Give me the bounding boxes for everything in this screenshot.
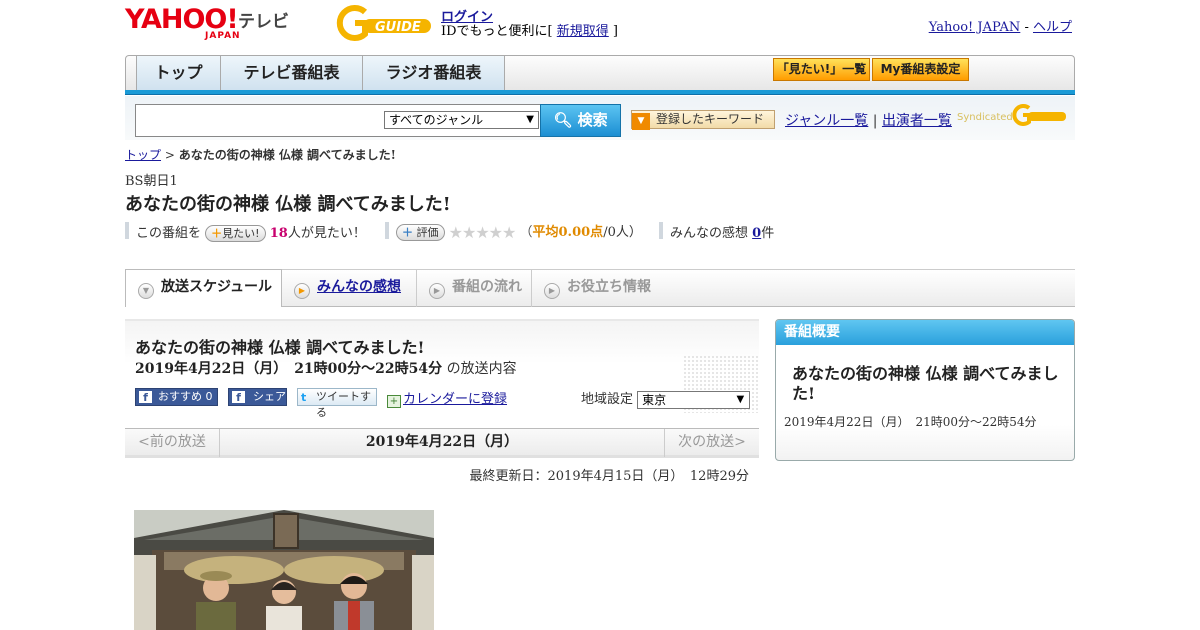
nav-tab-radio-schedule[interactable]: ラジオ番組表 — [362, 56, 505, 91]
program-photo — [134, 510, 434, 630]
nav-underline — [125, 90, 1075, 95]
dropdown-arrow-icon: ▼ — [526, 114, 534, 125]
plus-icon: ＋ — [402, 226, 413, 239]
performer-list-link[interactable]: 出演者一覧 — [882, 113, 952, 129]
facebook-recommend-button[interactable]: f おすすめ 0 — [135, 388, 218, 406]
nav-tab-top[interactable]: トップ — [136, 56, 221, 91]
mitai-section: この番組を ＋見たい! 18人が見たい！ — [136, 225, 366, 242]
breadcrumb-current: あなたの街の神様 仏様 調べてみました! — [178, 148, 396, 162]
chevron-down-icon: ▼ — [138, 283, 154, 299]
next-broadcast-button[interactable]: 次の放送> — [664, 429, 759, 457]
broadcast-title: あなたの街の神様 仏様 調べてみました! — [135, 338, 425, 357]
svg-text:GUIDE: GUIDE — [375, 20, 421, 35]
broadcast-date-nav: <前の放送 2019年4月22日（月） 次の放送> — [125, 428, 759, 458]
play-icon: ▶ — [544, 283, 560, 299]
genre-list-link[interactable]: ジャンル一覧 — [785, 113, 868, 129]
caret-down-icon: ▼ — [632, 113, 650, 130]
program-summary-box: 番組概要 あなたの街の神様 仏様 調べてみました! 2019年4月22日（月） … — [775, 319, 1075, 461]
page-title: あなたの街の神様 仏様 調べてみました! — [125, 194, 451, 215]
play-icon: ▶ — [294, 283, 310, 299]
summary-heading: 番組概要 — [776, 320, 1074, 345]
last-updated: 最終更新日：2019年4月15日（月） 12時29分 — [469, 469, 749, 484]
calendar-register[interactable]: + カレンダーに登録 — [387, 388, 507, 408]
play-icon: ▶ — [429, 283, 445, 299]
calendar-link[interactable]: カレンダーに登録 — [403, 392, 507, 407]
plus-icon: ＋ — [211, 227, 223, 240]
tab-comments[interactable]: ▶ みんなの感想 — [282, 270, 417, 307]
nav-tab-tv-schedule[interactable]: テレビ番組表 — [220, 56, 363, 91]
summary-title: あなたの街の神様 仏様 調べてみました! — [792, 364, 1059, 403]
broadcast-datetime: 2019年4月22日（月） 21時00分～22時54分 の放送内容 — [135, 361, 517, 377]
tab-useful-info[interactable]: ▶ お役立ち情報 — [532, 270, 662, 307]
calendar-add-icon: + — [387, 395, 401, 408]
facebook-share-button[interactable]: f シェア — [228, 388, 287, 406]
help-link[interactable]: ヘルプ — [1033, 20, 1072, 35]
main-nav: トップ テレビ番組表 ラジオ番組表 「見たい!」一覧 My番組表設定 — [125, 55, 1075, 91]
prev-broadcast-button[interactable]: <前の放送 — [125, 429, 220, 457]
dropdown-arrow-icon: ▼ — [736, 393, 745, 405]
twitter-icon: t — [301, 391, 307, 404]
tv-label: テレビ — [238, 12, 289, 32]
top-links: Yahoo! JAPAN - ヘルプ — [928, 20, 1072, 35]
divider-bar — [385, 222, 389, 239]
search-links: ジャンル一覧 | 出演者一覧 — [785, 113, 952, 129]
rate-button[interactable]: ＋ 評価 — [396, 224, 445, 241]
rating-section: ＋ 評価 ★★★★★ （平均0.00点/0人） — [396, 221, 642, 242]
rating-average: 平均0.00点 — [532, 225, 604, 240]
syndicated-gguide-logo: Syndicated — [957, 104, 1067, 128]
mitai-count: 18 — [269, 226, 288, 241]
my-schedule-button[interactable]: My番組表設定 — [872, 58, 969, 81]
divider-bar — [125, 222, 129, 239]
gguide-logo[interactable]: GUIDE — [333, 4, 433, 42]
search-button[interactable]: 🔍︎ 検索 — [540, 104, 621, 137]
facebook-icon: f — [139, 391, 152, 404]
tab-schedule[interactable]: ▼ 放送スケジュール — [125, 269, 282, 307]
tweet-button[interactable]: t ツイートする — [297, 388, 377, 419]
channel-name: BS朝日1 — [125, 174, 178, 189]
region-select[interactable]: 東京 ▼ — [637, 390, 751, 409]
id-promo: IDでもっと便利に[ 新規取得 ] — [441, 24, 618, 39]
genre-select[interactable]: すべてのジャンル ▼ — [384, 111, 539, 129]
gguide-small-icon — [1012, 104, 1066, 126]
mitai-button[interactable]: ＋見たい! — [205, 225, 266, 242]
gguide-logo-icon: GUIDE — [336, 5, 431, 41]
divider-bar — [659, 222, 663, 239]
tab-program-flow[interactable]: ▶ 番組の流れ — [417, 270, 532, 307]
registered-keyword-button[interactable]: ▼ 登録したキーワード — [631, 110, 775, 130]
region-setting: 地域設定 東京 ▼ — [581, 388, 751, 409]
facebook-icon: f — [232, 391, 245, 404]
current-broadcast-date: 2019年4月22日（月） — [365, 434, 519, 450]
mitai-list-button[interactable]: 「見たい!」一覧 — [773, 58, 870, 81]
program-tabs: ▼ 放送スケジュール ▶ みんなの感想 ▶ 番組の流れ ▶ お役立ち情報 — [125, 269, 1075, 307]
rating-stars: ★★★★★ — [448, 223, 517, 242]
yahoo-japan-logo[interactable]: YAHOO! JAPAN — [125, 6, 240, 41]
signup-link[interactable]: 新規取得 — [557, 24, 609, 39]
breadcrumb-top-link[interactable]: トップ — [125, 148, 161, 162]
kanso-section: みんなの感想 0件 — [670, 226, 775, 241]
search-icon: 🔍︎ — [553, 111, 573, 129]
shrine-photo-image — [134, 510, 434, 630]
summary-datetime: 2019年4月22日（月） 21時00分～22時54分 — [784, 415, 1037, 429]
yahoo-japan-link[interactable]: Yahoo! JAPAN — [929, 20, 1021, 35]
kanso-count-link[interactable]: 0 — [752, 226, 761, 241]
breadcrumb: トップ > あなたの街の神様 仏様 調べてみました! — [125, 148, 396, 162]
